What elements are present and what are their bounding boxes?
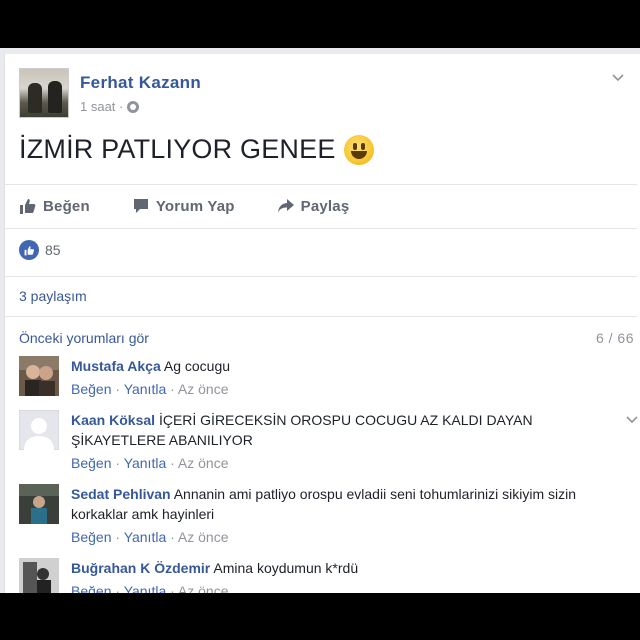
post-actions: Beğen Yorum Yap Paylaş xyxy=(19,190,391,222)
comment-label: Yorum Yap xyxy=(155,197,235,215)
comment-time[interactable]: Az önce xyxy=(178,455,229,471)
view-previous-comments-link[interactable]: Önceki yorumları gör xyxy=(19,330,149,346)
divider xyxy=(5,184,637,185)
commenter-avatar[interactable] xyxy=(19,558,59,593)
comment-button[interactable]: Yorum Yap xyxy=(132,197,235,215)
share-button[interactable]: Paylaş xyxy=(277,197,350,215)
comment-icon xyxy=(133,199,148,213)
comment-body: Buğrahan K Özdemir Amina koydumun k*rdü … xyxy=(71,558,621,593)
comment-actions: Beğen · Yanıtla · Az önce xyxy=(71,381,229,397)
thumbs-up-icon xyxy=(20,199,36,214)
like-button[interactable]: Beğen xyxy=(19,197,90,215)
post-text: İZMİR PATLIYOR GENEE xyxy=(19,134,374,165)
share-label: Paylaş xyxy=(300,197,350,215)
comment-text: Ag cocugu xyxy=(163,358,231,374)
share-icon xyxy=(277,199,294,213)
comment-reply-link[interactable]: Yanıtla xyxy=(124,381,167,397)
comment-like-link[interactable]: Beğen xyxy=(71,529,111,545)
comment-time[interactable]: Az önce xyxy=(178,583,229,593)
comment-like-link[interactable]: Beğen xyxy=(71,455,111,471)
commenter-name[interactable]: Buğrahan K Özdemir xyxy=(71,560,210,576)
commenter-avatar[interactable] xyxy=(19,410,59,450)
comment-body: Kaan Köksal İÇERİ GİRECEKSİN OROSPU COCU… xyxy=(71,410,621,473)
screenshot-frame: Ferhat Kazann 1 saat · İZMİR PATLIYOR GE… xyxy=(0,48,640,593)
post-text-content: İZMİR PATLIYOR GENEE xyxy=(19,134,336,164)
commenter-avatar[interactable] xyxy=(19,484,59,524)
comment-reply-link[interactable]: Yanıtla xyxy=(124,455,167,471)
commenter-name[interactable]: Mustafa Akça xyxy=(71,358,161,374)
divider xyxy=(5,228,637,229)
chevron-down-icon[interactable] xyxy=(611,70,625,84)
post-card: Ferhat Kazann 1 saat · İZMİR PATLIYOR GE… xyxy=(4,54,640,593)
comment-count: 6 / 66 xyxy=(595,330,634,346)
post-meta: 1 saat · xyxy=(80,99,140,114)
divider xyxy=(5,316,637,317)
post-header: Ferhat Kazann 1 saat · xyxy=(19,68,629,128)
comment-like-link[interactable]: Beğen xyxy=(71,583,111,593)
divider xyxy=(5,276,637,277)
like-badge-icon xyxy=(19,240,39,260)
comment-like-link[interactable]: Beğen xyxy=(71,381,111,397)
author-avatar[interactable] xyxy=(19,68,69,118)
smiley-icon xyxy=(343,134,374,165)
post-time[interactable]: 1 saat · xyxy=(80,99,123,114)
globe-icon xyxy=(127,100,140,113)
author-name[interactable]: Ferhat Kazann xyxy=(80,73,201,93)
comment-body: Mustafa Akça Ag cocugu Beğen · Yanıtla ·… xyxy=(71,356,621,399)
comment-time[interactable]: Az önce xyxy=(178,529,229,545)
comment-actions: Beğen · Yanıtla · Az önce xyxy=(71,529,229,545)
comment-time[interactable]: Az önce xyxy=(178,381,229,397)
commenter-name[interactable]: Sedat Pehlivan xyxy=(71,486,171,502)
comment-body: Sedat Pehlivan Annanin ami patliyo orosp… xyxy=(71,484,621,547)
comment-reply-link[interactable]: Yanıtla xyxy=(124,583,167,593)
reactions-summary[interactable]: 85 xyxy=(19,240,61,260)
comment-actions: Beğen · Yanıtla · Az önce xyxy=(71,455,229,471)
comment-actions: Beğen · Yanıtla · Az önce xyxy=(71,581,621,593)
reaction-count: 85 xyxy=(45,242,61,258)
comment-text: Amina koydumun k*rdü xyxy=(213,560,359,576)
chevron-down-icon[interactable] xyxy=(625,412,639,426)
commenter-name[interactable]: Kaan Köksal xyxy=(71,412,155,428)
like-label: Beğen xyxy=(43,197,90,215)
share-count[interactable]: 3 paylaşım xyxy=(19,288,87,304)
comment-reply-link[interactable]: Yanıtla xyxy=(124,529,167,545)
commenter-avatar[interactable] xyxy=(19,356,59,396)
